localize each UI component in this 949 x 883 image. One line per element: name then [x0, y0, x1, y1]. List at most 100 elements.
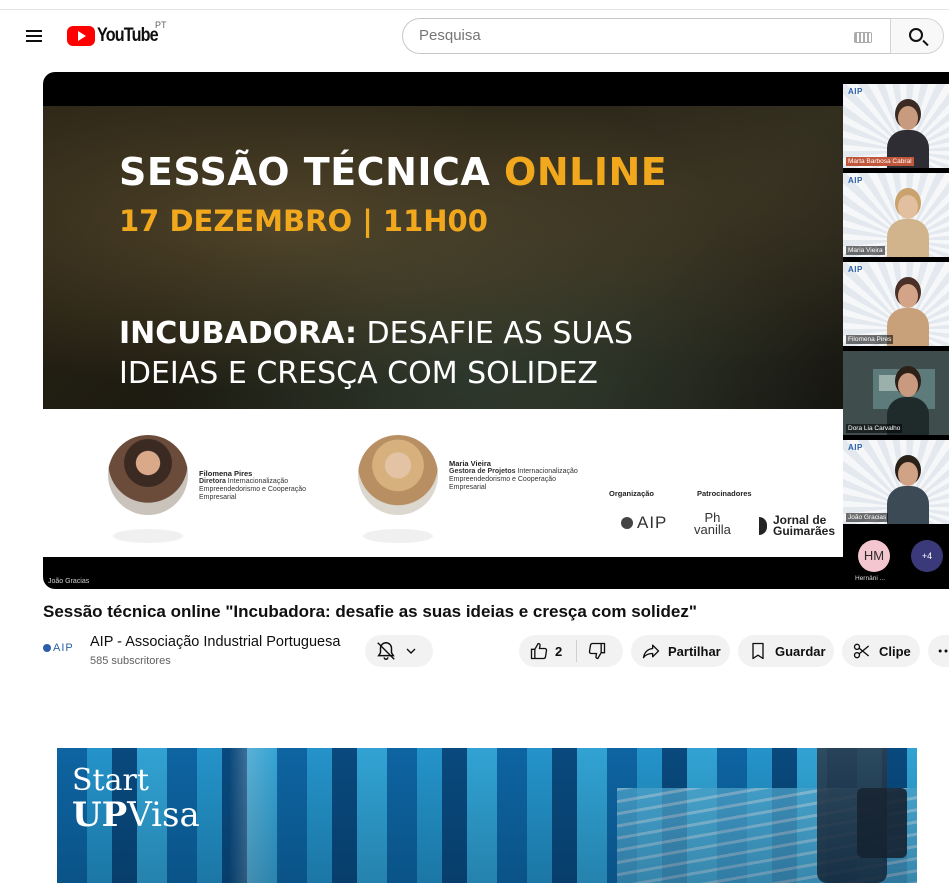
notifications-button[interactable] [365, 635, 433, 667]
share-label: Partilhar [668, 643, 721, 659]
speaker1-title-rest: Internacionalização [225, 478, 289, 485]
participant-head [898, 284, 918, 308]
organization-label: Organização [609, 489, 655, 498]
speaker2-title: Gestora de Projetos [449, 468, 516, 475]
speaker2-shadow [363, 529, 433, 543]
participant-tile[interactable]: AIP João Gracias [843, 440, 949, 524]
youtube-logo[interactable]: YouTube PT [67, 20, 168, 48]
scissors-icon [853, 643, 870, 659]
participants-strip: AIP Marta Barbosa Cabral AIP Maria Vieira AI… [843, 72, 949, 589]
participant-tile[interactable]: AIP Filomena Pires [843, 262, 949, 346]
banner-visa-text: Visa [127, 795, 200, 835]
speaker1-name: Filomena Pires [199, 469, 253, 478]
participant-tile[interactable]: Dora Lia Carvalho [843, 351, 949, 435]
share-icon [642, 644, 660, 659]
search-box [402, 18, 890, 54]
aip-org-logo: AIP [621, 513, 667, 533]
channel-avatar[interactable]: AIP [43, 640, 79, 656]
bookmark-icon [752, 642, 764, 660]
participant-name: Filomena Pires [846, 335, 894, 344]
slide-headline-accent: ONLINE [504, 150, 668, 194]
search-bar [402, 18, 944, 54]
clip-button[interactable]: Clipe [842, 635, 920, 667]
speaker1-role: Diretora Internacionalização Empreendedor… [199, 478, 359, 502]
speaker2-title-rest: Internacionalização [515, 468, 578, 475]
slide-subtitle-rest: DESAFIE AS SUAS [357, 316, 633, 351]
participant-head [898, 462, 918, 486]
aip-org-logo-text: AIP [637, 513, 668, 532]
more-horizontal-icon [938, 649, 948, 653]
search-button[interactable] [890, 18, 944, 54]
presenter-label: João Gracias [48, 578, 90, 585]
banner-up-text: UP [72, 795, 128, 835]
participant-avatar: HM [858, 540, 890, 572]
bell-off-icon [377, 642, 395, 660]
speaker1-title: Diretora [199, 478, 226, 485]
logo-text: YouTube [97, 25, 159, 46]
participant-body [887, 486, 929, 524]
participant-avatar-name: Hernâni ... [855, 575, 885, 582]
like-dislike-group: 2 [519, 635, 623, 667]
participant-tile[interactable]: AIP Marta Barbosa Cabral [843, 84, 949, 168]
aip-dot-icon [621, 517, 633, 529]
channel-logo-dot-icon [43, 644, 51, 652]
speaker2-dept: Empreendedorismo e Cooperação [449, 476, 557, 483]
save-button[interactable]: Guardar [738, 635, 834, 667]
participant-tile[interactable]: AIP Maria Vieira [843, 173, 949, 257]
search-icon [909, 28, 923, 42]
jornal-text: Jornal de Guimarães [773, 514, 836, 538]
search-input[interactable] [419, 27, 839, 44]
participant-body [887, 219, 929, 257]
participant-head [898, 373, 918, 397]
speaker2-role: Gestora de Projetos Internacionalização E… [449, 468, 609, 492]
speakers-panel: Filomena Pires Diretora Internacionaliza… [43, 409, 843, 557]
participant-video [887, 462, 929, 524]
youtube-play-icon [67, 26, 95, 46]
speaker1-dept2: Empresarial [199, 494, 237, 501]
speaker1-shadow [113, 529, 183, 543]
participant-video [887, 195, 929, 257]
speaker2-photo [358, 435, 438, 515]
speaker1-photo [108, 435, 188, 515]
share-button[interactable]: Partilhar [631, 635, 730, 667]
sponsor-ph-vanilla-logo: Ph vanilla [694, 511, 731, 537]
save-label: Guardar [775, 643, 826, 659]
participant-name: Dora Lia Carvalho [846, 424, 903, 433]
speaker2-name: Maria Vieira [449, 459, 491, 468]
sponsor2-line2: Guimarães [773, 524, 836, 538]
ad-banner[interactable]: Start UPVisa [57, 748, 917, 883]
like-count: 2 [555, 643, 563, 659]
keyboard-icon[interactable] [854, 32, 872, 43]
channel-name[interactable]: AIP - Associação Industrial Portuguesa [90, 634, 340, 650]
banner-upvisa-text: UPVisa [72, 798, 200, 832]
video-title: Sessão técnica online "Incubadora: desaf… [43, 602, 697, 621]
banner-start-text: Start [72, 763, 149, 798]
channel-logo-text: AIP [53, 642, 74, 654]
like-icon[interactable] [529, 641, 549, 661]
like-separator [576, 640, 578, 662]
extra-participants: HM +4 Hernâni ... [843, 534, 949, 589]
sponsor-jornal-logo: Jornal de Guimarães [759, 514, 836, 538]
slide-date: 17 DEZEMBRO | 11H00 [119, 204, 488, 238]
more-participants-badge[interactable]: +4 [911, 540, 943, 572]
tile-logo: AIP [848, 443, 863, 452]
tile-logo: AIP [848, 265, 863, 274]
sponsor1-line2: vanilla [694, 522, 731, 537]
menu-icon[interactable] [22, 24, 46, 48]
participant-name: João Gracias [846, 513, 889, 522]
participant-name: Maria Vieira [846, 246, 885, 255]
more-actions-button[interactable] [928, 635, 949, 667]
dislike-icon[interactable] [587, 641, 607, 661]
slide-subtitle-line1: INCUBADORA: DESAFIE AS SUAS [119, 316, 633, 351]
slide-subtitle-bold: INCUBADORA: [119, 316, 358, 351]
video-player[interactable]: SESSÃO TÉCNICA ONLINE 17 DEZEMBRO | 11H0… [43, 72, 949, 589]
speaker2-dept2: Empresarial [449, 484, 487, 491]
chevron-down-icon [406, 648, 416, 654]
tile-logo: AIP [848, 87, 863, 96]
slide-headline: SESSÃO TÉCNICA ONLINE [119, 150, 667, 194]
slide-subtitle-line2: IDEIAS E CRESÇA COM SOLIDEZ [119, 356, 598, 391]
participant-head [898, 106, 918, 130]
sponsors-label: Patrocinadores [697, 489, 752, 498]
clip-label: Clipe [879, 643, 911, 659]
speaker1-dept: Empreendedorismo e Cooperação [199, 486, 307, 493]
